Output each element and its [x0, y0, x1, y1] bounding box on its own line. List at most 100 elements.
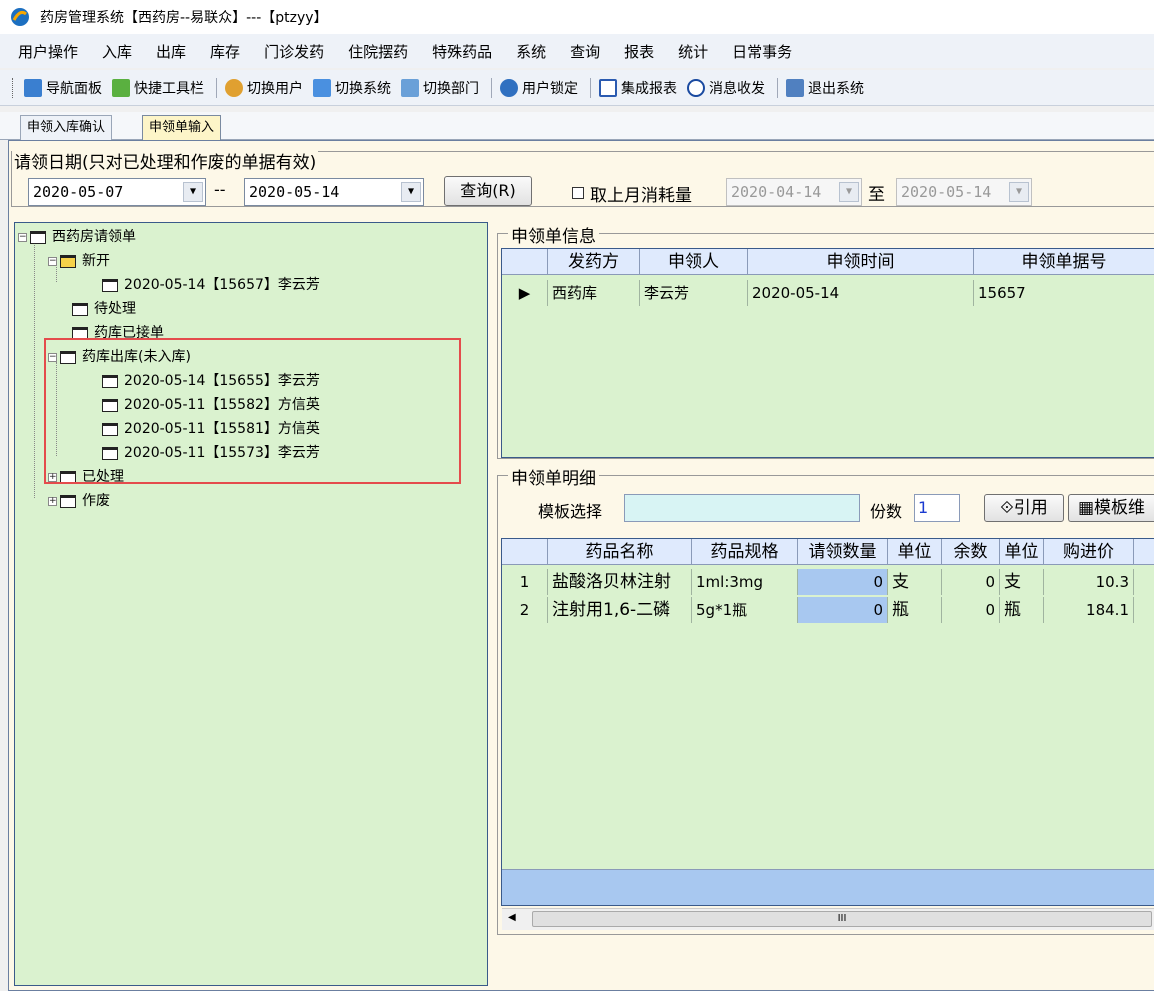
table-row[interactable]: 2 注射用1,6-二磷 5g*1瓶 0 瓶 0 瓶 184.1: [502, 597, 1154, 623]
tree-item-new-15657[interactable]: 2020-05-14【15657】李云芳: [102, 274, 320, 296]
nav-panel-button[interactable]: 导航面板: [21, 76, 105, 100]
integrated-report-button[interactable]: 集成报表: [596, 76, 680, 100]
tree-node-voided[interactable]: + 作废: [48, 490, 110, 512]
request-detail-grid[interactable]: 药品名称 药品规格 请领数量 单位 余数 单位 购进价 1 盐酸洛贝林注射 1m…: [501, 538, 1154, 906]
grid-header: 发药方 申领人 申领时间 申领单据号: [502, 249, 1154, 275]
template-icon: ▦: [1077, 498, 1095, 518]
query-button[interactable]: 查询(R): [444, 176, 532, 206]
collapse-icon[interactable]: −: [48, 256, 57, 266]
col-header[interactable]: 余数: [942, 539, 1000, 565]
reference-icon: ⟐: [1000, 498, 1014, 518]
tab-apply-receive-confirm[interactable]: 申领入库确认: [20, 115, 113, 141]
switch-system-icon: [313, 78, 331, 97]
menu-inpatient[interactable]: 住院摆药: [348, 41, 408, 62]
menu-outpatient[interactable]: 门诊发药: [264, 41, 324, 62]
exit-button[interactable]: 退出系统: [783, 76, 867, 100]
report-icon: [599, 78, 617, 97]
horizontal-scrollbar[interactable]: ◀ III: [502, 908, 1154, 930]
menu-user-ops[interactable]: 用户操作: [18, 41, 78, 62]
row-indicator-header: [502, 249, 548, 275]
menu-report[interactable]: 报表: [624, 41, 654, 62]
last-month-usage-checkbox[interactable]: [572, 187, 584, 199]
request-detail-title: 申领单明细: [508, 464, 599, 489]
toolbar-separator: [491, 77, 492, 98]
tree-line: [34, 238, 35, 498]
tree-node-pending[interactable]: 待处理: [72, 298, 136, 320]
collapse-icon[interactable]: −: [18, 232, 27, 242]
col-header[interactable]: 请领数量: [798, 539, 888, 565]
chevron-down-icon[interactable]: ▼: [183, 182, 203, 202]
col-header[interactable]: 药品规格: [692, 539, 798, 565]
copies-label: 份数: [870, 502, 903, 521]
reference-button[interactable]: ⟐引用: [984, 494, 1064, 522]
date-from-combo[interactable]: 2020-05-07 ▼: [28, 178, 206, 206]
col-header[interactable]: 发药方: [548, 249, 640, 275]
grid-header: 药品名称 药品规格 请领数量 单位 余数 单位 购进价: [502, 539, 1154, 565]
lock-user-icon: [500, 78, 518, 97]
request-info-grid[interactable]: 发药方 申领人 申领时间 申领单据号 ▶ 西药库 李云芳 2020-05-14 …: [501, 248, 1154, 458]
highlight-box: [44, 338, 461, 484]
row-pointer-icon: ▶: [502, 280, 548, 306]
switch-user-button[interactable]: 切换用户: [222, 76, 306, 100]
menu-stock-out[interactable]: 出库: [156, 41, 186, 62]
toolbar-separator: [590, 77, 591, 98]
last-to-combo[interactable]: 2020-05-14 ▼: [896, 178, 1032, 206]
folder-icon: [102, 278, 118, 292]
col-header[interactable]: 购进价: [1044, 539, 1134, 565]
switch-system-button[interactable]: 切换系统: [310, 76, 394, 100]
menu-stock-in[interactable]: 入库: [102, 41, 132, 62]
lock-user-button[interactable]: 用户锁定: [497, 76, 581, 100]
users-icon: [225, 78, 243, 97]
chevron-down-icon[interactable]: ▼: [839, 182, 859, 202]
tree-node-new[interactable]: − 新开: [48, 250, 110, 272]
col-header[interactable]: 申领时间: [748, 249, 974, 275]
table-row[interactable]: 1 盐酸洛贝林注射 1ml:3mg 0 支 0 支 10.3: [502, 569, 1154, 595]
template-input[interactable]: [624, 494, 860, 522]
app-logo-icon: [10, 7, 30, 27]
tab-strip: 申领入库确认 申领单输入: [0, 112, 1154, 141]
col-header[interactable]: 药品名称: [548, 539, 692, 565]
request-info-title: 申领单信息: [508, 222, 599, 247]
scroll-left-icon[interactable]: ◀: [508, 912, 516, 923]
grid-footer: [502, 869, 1154, 905]
col-header[interactable]: 申领单据号: [974, 249, 1154, 275]
date-filter-legend: 请领日期(只对已处理和作废的单据有效): [12, 148, 319, 173]
last-month-usage-label: 取上月消耗量: [590, 186, 692, 206]
date-range-separator: --: [214, 180, 226, 199]
menu-daily[interactable]: 日常事务: [732, 41, 792, 62]
chevron-down-icon[interactable]: ▼: [401, 182, 421, 202]
menu-statistics[interactable]: 统计: [678, 41, 708, 62]
folder-open-icon: [60, 254, 76, 268]
tab-apply-input[interactable]: 申领单输入: [142, 115, 222, 141]
last-from-combo[interactable]: 2020-04-14 ▼: [726, 178, 862, 206]
title-bar: 药房管理系统【西药房--易联众】---【ptzyy】: [0, 0, 1154, 34]
col-header[interactable]: 单位: [1000, 539, 1044, 565]
menu-system[interactable]: 系统: [516, 41, 546, 62]
col-header[interactable]: 单位: [888, 539, 942, 565]
tree-root[interactable]: − 西药房请领单: [18, 226, 136, 248]
folder-icon: [72, 302, 88, 316]
template-label: 模板选择: [538, 502, 603, 521]
messages-button[interactable]: 消息收发: [684, 76, 768, 100]
toolbar-separator: [216, 77, 217, 98]
info-icon: [687, 78, 705, 97]
menu-inventory[interactable]: 库存: [210, 41, 240, 62]
quick-toolbar-button[interactable]: 快捷工具栏: [109, 76, 207, 100]
menu-query[interactable]: 查询: [570, 41, 600, 62]
table-row[interactable]: ▶ 西药库 李云芳 2020-05-14 15657: [502, 280, 1154, 306]
switch-dept-button[interactable]: 切换部门: [398, 76, 482, 100]
toolbar-separator: [777, 77, 778, 98]
expand-icon[interactable]: +: [48, 496, 57, 506]
chevron-down-icon[interactable]: ▼: [1009, 182, 1029, 202]
template-maintain-button[interactable]: ▦模板维: [1068, 494, 1154, 522]
menu-bar: 用户操作 入库 出库 库存 门诊发药 住院摆药 特殊药品 系统 查询 报表 统计…: [0, 34, 1154, 68]
folder-icon: [30, 230, 46, 244]
department-icon: [401, 78, 419, 97]
scroll-thumb[interactable]: III: [532, 911, 1152, 927]
date-to-combo[interactable]: 2020-05-14 ▼: [244, 178, 424, 206]
col-header[interactable]: 申领人: [640, 249, 748, 275]
copies-input[interactable]: 1: [914, 494, 960, 522]
menu-special-drugs[interactable]: 特殊药品: [432, 41, 492, 62]
folder-icon: [60, 494, 76, 508]
toolbar-grip[interactable]: [12, 77, 15, 98]
